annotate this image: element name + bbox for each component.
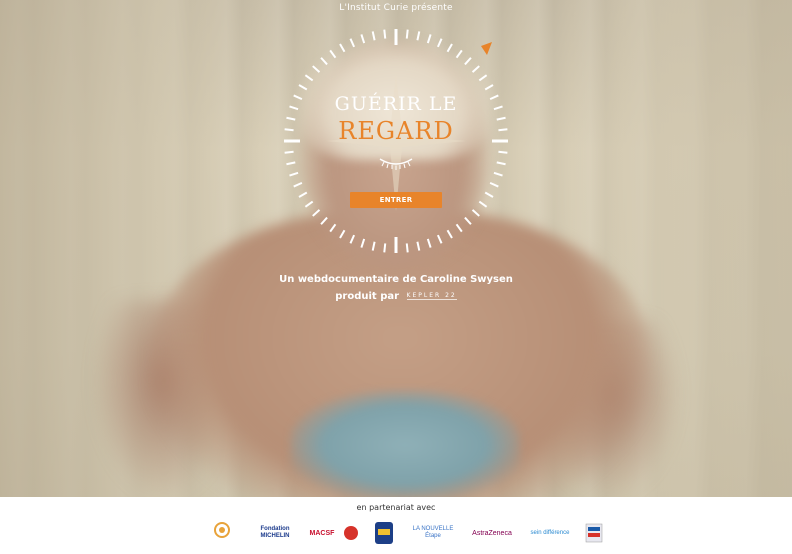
partner-logo-institut-curie[interactable] xyxy=(207,520,237,546)
dial-tick xyxy=(405,243,409,253)
kepler22-logo[interactable]: KEPLER 22 xyxy=(406,292,457,300)
institut-curie-icon xyxy=(214,522,230,538)
dial-tick xyxy=(329,223,337,233)
dial-tick xyxy=(304,74,314,82)
partner-logo-astrazeneca[interactable]: AstraZeneca xyxy=(469,520,515,546)
dial-tick xyxy=(455,223,463,233)
triangle-pointer-icon xyxy=(481,42,492,55)
dial-tick xyxy=(426,34,432,44)
dial-tick xyxy=(371,241,376,251)
produced-by-label: produit par xyxy=(335,291,400,302)
dial-tick xyxy=(484,191,494,198)
dial-tick xyxy=(349,234,356,244)
dial-tick xyxy=(298,84,308,91)
dial-tick xyxy=(312,65,321,73)
figure-bra xyxy=(290,390,520,497)
dial-tick xyxy=(478,200,488,208)
dial-tick xyxy=(349,38,356,48)
dial-tick xyxy=(298,191,308,198)
dial-tick xyxy=(416,31,421,41)
partner-logo-macsf[interactable]: MACSF xyxy=(307,520,337,546)
shield-logo-icon xyxy=(375,522,393,544)
subtitle: Un webdocumentaire de Caroline Swysen xyxy=(279,274,513,285)
dial-tick xyxy=(339,229,346,239)
partner-logo-shield[interactable] xyxy=(372,520,396,546)
dial-tick xyxy=(489,181,499,188)
dial-tick xyxy=(329,49,337,59)
red-badge-icon xyxy=(344,526,358,540)
dial-tick xyxy=(416,241,421,251)
flag-logo-icon xyxy=(585,523,603,543)
partner-logo-flag[interactable] xyxy=(584,520,604,546)
dial-tick xyxy=(471,209,480,217)
dial-tick xyxy=(320,57,328,66)
partner-logo-fondation-michelin[interactable]: Fondation MICHELIN xyxy=(257,520,293,546)
dial-tick xyxy=(464,216,472,225)
title-line1: GUÉRIR LE xyxy=(334,93,458,115)
dial-tick xyxy=(498,150,508,154)
intro-caption: L'Institut Curie présente xyxy=(339,3,453,13)
dial-tick xyxy=(484,84,494,91)
dial-tick xyxy=(471,65,480,73)
dial-tick xyxy=(436,234,443,244)
partner-logos: Fondation MICHELIN MACSF LA NOUVELLE Éta… xyxy=(0,520,792,548)
title-line2: REGARD xyxy=(338,117,454,145)
partners-label: en partenariat avec xyxy=(356,503,436,512)
dial-tick xyxy=(320,216,328,225)
enter-button[interactable]: ENTRER xyxy=(350,192,442,208)
dial-tick xyxy=(446,229,453,239)
dial-tick xyxy=(312,209,321,217)
dial-tick xyxy=(455,49,463,59)
dial-tick xyxy=(284,150,294,154)
dial-tick xyxy=(360,238,366,248)
partner-logo-red-circle[interactable] xyxy=(341,520,361,546)
dial-tick xyxy=(496,161,506,166)
partner-logo-sein-difference[interactable]: sein différence xyxy=(530,520,570,546)
dial-tick xyxy=(383,29,387,39)
dial-tick xyxy=(426,238,432,248)
dial-tick xyxy=(293,181,303,188)
dial-tick xyxy=(371,31,376,41)
dial-tick xyxy=(339,43,346,53)
dial-tick xyxy=(493,171,503,177)
dial-tick xyxy=(383,243,387,253)
dial-tick xyxy=(464,57,472,66)
dial-tick xyxy=(360,34,366,44)
dial-tick xyxy=(436,38,443,48)
dial-tick xyxy=(304,200,314,208)
dial-tick xyxy=(289,171,299,177)
partner-logo-nouvelle-etape[interactable]: LA NOUVELLE Étape xyxy=(410,520,456,546)
dial-tick xyxy=(286,161,296,166)
producer-line: produit par KEPLER 22 xyxy=(0,291,792,302)
dial-tick xyxy=(405,29,409,39)
dial-tick xyxy=(446,43,453,53)
dial-tick xyxy=(478,74,488,82)
closed-eye-icon xyxy=(379,158,413,170)
